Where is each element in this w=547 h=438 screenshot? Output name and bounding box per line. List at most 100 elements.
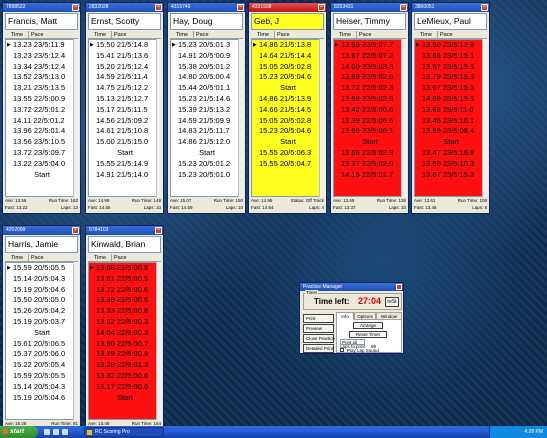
window-titlebar[interactable]: 4252099 × [3, 226, 80, 235]
lap-row[interactable]: 13.33 22/5:00.8 [89, 306, 161, 317]
lap-row[interactable]: 13.62 22/5:00.3 [89, 317, 161, 328]
lap-row[interactable]: 15.19 20/5:03.7 [6, 317, 78, 328]
lap-row[interactable]: 13.79 23/5:15.3 [415, 72, 487, 83]
tab-window[interactable]: Window [376, 312, 402, 320]
lap-row[interactable]: 15.23 20/5:04.6 [252, 126, 324, 137]
lap-row[interactable]: 13.62 23/5:11.0 [415, 105, 487, 116]
lap-row[interactable]: 14.61 21/5:10.8 [89, 126, 161, 137]
lap-row[interactable]: 15.13 21/5:12.7 [89, 94, 161, 105]
play-lap-sound-checkbox[interactable] [340, 348, 344, 352]
lap-row[interactable]: 13.66 22/5:06.1 [334, 126, 406, 137]
lap-row[interactable]: 15.55 20/5:06.3 [252, 148, 324, 159]
lap-row[interactable]: 13.23 23/5:11.9 [6, 40, 78, 51]
lap-list[interactable]: 15.50 21/5:14.815.41 21/5:13.615.20 21/5… [88, 39, 161, 197]
lap-row[interactable]: 14.15 22/5:01.7 [334, 170, 406, 181]
tab-options[interactable]: Options [354, 312, 376, 320]
lap-row[interactable]: 15.23 20/5:04.6 [252, 72, 324, 83]
lap-row[interactable]: 15.61 20/5:06.5 [6, 339, 78, 350]
lap-row[interactable]: 13.52 23/5:13.0 [6, 72, 78, 83]
lap-row[interactable]: 15.41 21/5:13.6 [89, 51, 161, 62]
window-titlebar[interactable]: 4315749 × [168, 3, 245, 12]
lap-row[interactable]: Start [171, 148, 243, 159]
lap-row[interactable]: 15.17 21/5:11.5 [89, 105, 161, 116]
lap-row[interactable]: Start [6, 170, 78, 181]
lap-row[interactable]: 15.05 20/5:02.8 [252, 62, 324, 73]
close-icon[interactable] [396, 284, 402, 290]
lap-row[interactable]: 13.17 22/5:00.6 [89, 382, 161, 393]
time-header[interactable]: Time [414, 31, 438, 38]
lap-row[interactable]: 15.37 20/5:06.0 [6, 349, 78, 360]
lap-row[interactable]: 13.50 22/5:10.3 [415, 159, 487, 170]
lap-row[interactable]: 13.55 22/5:00.9 [6, 94, 78, 105]
scrollbar[interactable] [156, 262, 162, 420]
lap-row[interactable]: 13.50 23/5:12.9 [415, 40, 487, 51]
lap-row[interactable]: 15.19 20/5:04.6 [6, 393, 78, 404]
lap-row[interactable]: 13.34 23/5:12.4 [6, 62, 78, 73]
lap-row[interactable]: 14.11 22/5:01.2 [6, 116, 78, 127]
lap-row[interactable]: 15.50 21/5:14.8 [89, 40, 161, 51]
scrollbar[interactable] [156, 39, 162, 197]
lap-row[interactable]: 13.89 22/5:02.6 [334, 72, 406, 83]
close-icon[interactable]: × [400, 4, 407, 11]
lap-row[interactable]: 13.68 22/5:00.8 [89, 263, 161, 274]
time-header[interactable]: Time [170, 31, 194, 38]
lap-row[interactable]: 15.26 20/5:04.2 [6, 306, 78, 317]
lap-list[interactable]: 13.68 22/5:00.813.61 22/5:00.513.72 22/5… [88, 262, 161, 420]
taskbar-app-button[interactable]: RC Scoring Pro [84, 427, 164, 437]
lap-row[interactable]: 13.55 23/5:08.4 [415, 126, 487, 137]
pace-header[interactable]: Pace [112, 254, 127, 261]
lap-row[interactable]: 13.22 23/5:04.0 [6, 159, 78, 170]
time-header[interactable]: Time [251, 31, 275, 38]
pace-header[interactable]: Pace [438, 31, 453, 38]
lap-row[interactable]: 13.46 23/5:10.1 [415, 116, 487, 127]
lap-row[interactable]: 13.42 22/5:00.6 [334, 105, 406, 116]
lap-row[interactable]: 15.23 20/5:01.3 [171, 40, 243, 51]
lap-row[interactable]: 15.59 20/5:05.5 [6, 263, 78, 274]
lap-window[interactable]: 7898522×Francis, MattTimePace13.23 23/5:… [2, 2, 81, 214]
lap-row[interactable]: 15.38 20/5:01.2 [171, 62, 243, 73]
practice-manager-window[interactable]: Practice Manager Timer Time left: 27:04 … [299, 282, 404, 354]
lap-row[interactable]: 14.08 23/5:15.3 [415, 94, 487, 105]
lap-row[interactable]: 13.58 22/5:02.3 [334, 148, 406, 159]
lap-row[interactable]: 14.91 21/5:14.0 [89, 170, 161, 181]
lap-row[interactable]: Start [6, 328, 78, 339]
arrange-button[interactable]: Arrange [353, 322, 383, 329]
lap-row[interactable]: 13.99 22/5:07.7 [334, 40, 406, 51]
lap-row[interactable]: 13.37 22/5:02.0 [334, 159, 406, 170]
time-header[interactable]: Time [5, 254, 29, 261]
lap-row[interactable]: 13.60 22/5:00.7 [89, 339, 161, 350]
lap-row[interactable]: 14.86 21/5:13.9 [252, 94, 324, 105]
lap-row[interactable]: 14.64 21/5:14.4 [252, 51, 324, 62]
lap-row[interactable]: 13.32 22/5:00.6 [89, 371, 161, 382]
lap-row[interactable]: 14.86 21/5:13.8 [252, 40, 324, 51]
time-header[interactable]: Time [88, 31, 112, 38]
scrollbar[interactable] [401, 39, 407, 197]
lap-row[interactable]: 14.59 21/5:09.9 [171, 116, 243, 127]
lap-row[interactable]: 15.20 21/5:12.4 [89, 62, 161, 73]
pace-header[interactable]: Pace [29, 254, 44, 261]
lap-row[interactable]: 13.21 23/5:13.5 [6, 83, 78, 94]
lap-window[interactable]: 2832028×Ernst, ScottyTimePace15.50 21/5:… [85, 2, 164, 214]
lap-row[interactable]: 13.72 22/5:02.3 [334, 83, 406, 94]
time-header[interactable]: Time [88, 254, 112, 261]
window-titlebar[interactable]: 3860051 × [412, 3, 489, 12]
lap-row[interactable]: Start [334, 137, 406, 148]
lap-row[interactable]: 15.14 20/5:04.3 [6, 274, 78, 285]
lap-window[interactable]: 4252099×Harris, JamieTimePace15.59 20/5:… [2, 225, 81, 437]
window-titlebar[interactable]: 4331938 × [249, 3, 326, 12]
lap-row[interactable]: 13.67 23/5:15.3 [415, 83, 487, 94]
lap-row[interactable]: Start [415, 137, 487, 148]
lap-row[interactable]: 13.67 23/5:15.3 [415, 62, 487, 73]
tab-info[interactable]: Info [336, 312, 354, 320]
lap-list[interactable]: 13.50 23/5:12.913.66 23/5:15.113.67 23/5… [414, 39, 487, 197]
lap-row[interactable]: 15.55 21/5:14.9 [89, 159, 161, 170]
lap-window[interactable]: 8253431×Heiser, TimmyTimePace13.99 22/5:… [330, 2, 409, 214]
scrollbar[interactable] [482, 39, 488, 197]
lap-row[interactable]: 13.39 22/5:06.6 [334, 116, 406, 127]
lap-row[interactable]: 15.59 20/5:05.5 [6, 371, 78, 382]
lap-row[interactable]: 13.39 22/5:00.6 [89, 295, 161, 306]
lap-list[interactable]: 15.23 20/5:01.314.91 20/5:00.915.38 20/5… [170, 39, 243, 197]
detailed-print-button[interactable]: Detailed Print [303, 344, 334, 353]
window-titlebar[interactable]: 5784103 × [86, 226, 163, 235]
close-icon[interactable]: × [155, 4, 162, 11]
